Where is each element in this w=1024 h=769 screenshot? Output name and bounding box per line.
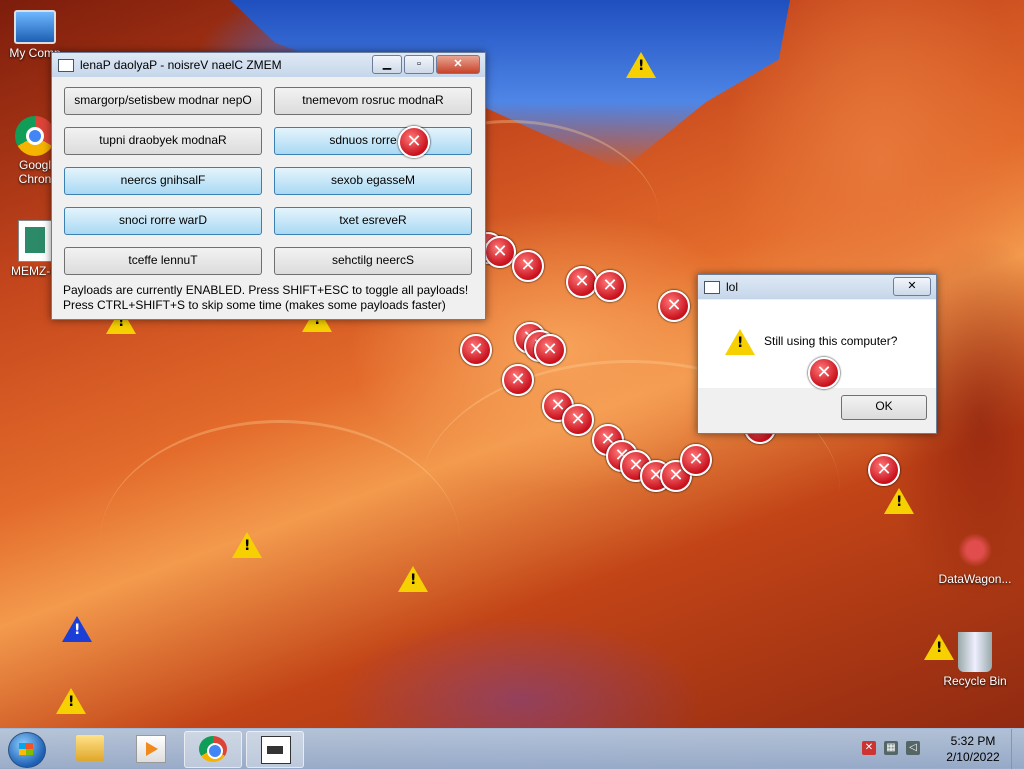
error-icon: ✕ (398, 126, 430, 158)
payload-random-error-sounds-button[interactable]: sdnuos rorre mo (274, 127, 472, 155)
explorer-icon (76, 735, 104, 761)
error-icon: ✕ (594, 270, 626, 302)
error-icon: ✕ (562, 404, 594, 436)
maximize-button[interactable]: ▫ (404, 55, 434, 74)
desktop-icon-label: DataWagon... (938, 572, 1012, 586)
error-icon: ✕ (502, 364, 534, 396)
warning-icon (626, 52, 656, 78)
lol-message-dialog[interactable]: lol ✕ Still using this computer? ✕ OK (697, 274, 937, 434)
error-icon: ✕ (512, 250, 544, 282)
window-title: lenaP daolyaP - noisreV naelC ZMEM (80, 58, 282, 72)
volume-icon[interactable]: ◁ (906, 741, 920, 755)
payload-hint-text: Press CTRL+SHIFT+S to skip some time (ma… (63, 298, 446, 312)
close-icon: ✕ (453, 58, 463, 70)
desktop-icon-datawagon[interactable]: DataWagon... (938, 530, 1012, 586)
memz-window-titlebar[interactable]: lenaP daolyaP - noisreV naelC ZMEM ▁ ▫ ✕ (52, 53, 485, 77)
error-icon: ✕ (460, 334, 492, 366)
clock-time: 5:32 PM (950, 734, 996, 748)
media-player-icon (136, 735, 166, 763)
close-button[interactable]: ✕ (436, 55, 480, 74)
close-icon: ✕ (907, 280, 917, 292)
taskbar-explorer-button[interactable] (62, 731, 118, 766)
error-icon: ✕ (658, 290, 690, 322)
warning-icon (884, 488, 914, 514)
document-icon (18, 220, 52, 262)
desktop-icon-label: Recycle Bin (943, 674, 1007, 688)
dialog-message: Still using this computer? (764, 334, 898, 348)
minimize-icon: ▁ (382, 58, 392, 70)
payload-random-cursor-movement-button[interactable]: tnemevom rosruc modnaR (274, 87, 472, 115)
memz-payload-window[interactable]: lenaP daolyaP - noisreV naelC ZMEM ▁ ▫ ✕… (51, 52, 486, 320)
payload-screen-glitches-button[interactable]: sehctilg neercS (274, 247, 472, 275)
payload-reverse-text-button[interactable]: txet esreveR (274, 207, 472, 235)
error-icon: ✕ (808, 357, 840, 389)
show-desktop-button[interactable] (1011, 729, 1024, 769)
warning-icon (398, 566, 428, 592)
computer-icon (14, 10, 56, 44)
payload-message-boxes-button[interactable]: sexob egasseM (274, 167, 472, 195)
minimize-button[interactable]: ▁ (372, 55, 402, 74)
wallpaper-rock-band (100, 420, 460, 663)
dialog-title: lol (726, 280, 739, 294)
taskbar-media-player-button[interactable] (122, 731, 178, 766)
taskbar: ✕ ▦ ◁ 5:32 PM 2/10/2022 (0, 728, 1024, 769)
payload-random-keyboard-input-button[interactable]: tupni draobyek modnaR (64, 127, 262, 155)
error-icon: ✕ (680, 444, 712, 476)
warning-icon (56, 688, 86, 714)
payload-draw-error-icons-button[interactable]: snoci rorre warD (64, 207, 262, 235)
error-icon: ✕ (566, 266, 598, 298)
payload-tunnel-effect-button[interactable]: tceffe lennuT (64, 247, 262, 275)
app-window-icon (58, 58, 74, 72)
error-icon: ✕ (534, 334, 566, 366)
clock-date: 2/10/2022 (946, 750, 1000, 764)
dialog-close-button[interactable]: ✕ (893, 277, 931, 296)
network-icon[interactable]: ▦ (884, 741, 898, 755)
recycle-bin-icon (958, 632, 992, 672)
chrome-icon (199, 736, 227, 762)
dialog-ok-button[interactable]: OK (841, 395, 927, 420)
info-icon (62, 616, 92, 642)
dialog-titlebar[interactable]: lol ✕ (698, 275, 936, 299)
memz-app-icon (261, 736, 291, 764)
action-center-flag-icon[interactable]: ✕ (862, 741, 876, 755)
payload-open-random-websites-button[interactable]: smargorp/setisbew modnar nepO (64, 87, 262, 115)
warning-icon (924, 634, 954, 660)
start-button[interactable] (8, 732, 46, 768)
datawagon-icon (955, 530, 995, 570)
payload-flashing-screen-button[interactable]: neercs gnihsalF (64, 167, 262, 195)
system-tray: ✕ ▦ ◁ (862, 741, 920, 755)
taskbar-chrome-button[interactable] (184, 731, 242, 768)
maximize-icon: ▫ (417, 58, 421, 70)
app-window-icon (704, 280, 720, 294)
desktop-icon-label: Googl Chron (18, 158, 52, 186)
payload-status-text: Payloads are currently ENABLED. Press SH… (63, 283, 469, 297)
warning-icon (232, 532, 262, 558)
warning-icon (725, 329, 755, 355)
error-icon: ✕ (868, 454, 900, 486)
chrome-icon (15, 116, 55, 156)
taskbar-clock[interactable]: 5:32 PM 2/10/2022 (940, 733, 1006, 765)
taskbar-memz-button[interactable] (246, 731, 304, 768)
